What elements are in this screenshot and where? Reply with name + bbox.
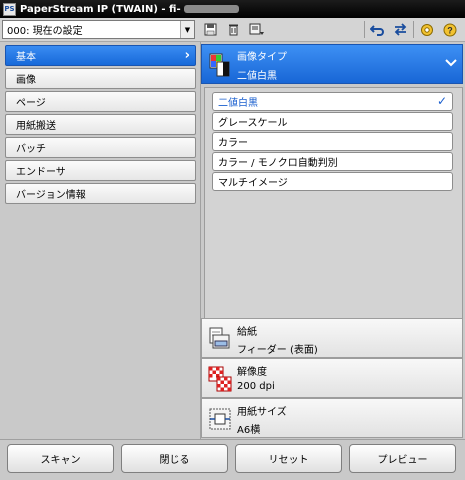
profile-value: 000: 現在の設定 [7,26,83,37]
paper-feed-setting[interactable]: 給紙 フィーダー (表面) [201,318,463,358]
preview-button[interactable]: プレビュー [349,444,456,473]
settings-icon[interactable] [418,21,436,38]
app-icon: PS [3,2,16,16]
svg-text:?: ? [447,25,453,35]
image-type-label: 画像タイプ [237,52,287,63]
nav-item-version-info[interactable]: バージョン情報 [5,183,196,204]
resolution-icon [208,366,232,392]
chevron-down-icon [445,59,457,67]
option-multi-image[interactable]: マルチイメージ [212,172,453,191]
paper-size-label: 用紙サイズ [237,407,287,418]
resolution-value: 200 dpi [237,381,275,392]
save-icon[interactable] [201,21,219,38]
option-auto-color-detect[interactable]: カラー / モノクロ自動判別 [212,152,453,171]
option-color[interactable]: カラー [212,132,453,151]
nav-item-label: ページ [16,98,46,109]
nav-item-label: エンドーサ [16,167,66,178]
nav-item-label: 用紙搬送 [16,121,56,132]
device-name-redacted [183,5,239,13]
resolution-label: 解像度 [237,367,267,378]
paper-size-setting[interactable]: 用紙サイズ A6横 [201,398,463,438]
help-icon[interactable]: ? [441,21,459,38]
checkmark-icon: ✓ [436,94,447,108]
chevron-right-icon: › [184,48,190,63]
image-type-icon [209,53,230,77]
delete-icon[interactable] [224,21,242,38]
image-type-value: 二値白黒 [237,71,277,82]
nav-item-paper-handling[interactable]: 用紙搬送 [5,114,196,135]
option-label: グレースケール [218,118,288,129]
paper-feed-label: 給紙 [237,327,257,338]
paper-feed-value: フィーダー (表面) [237,345,318,356]
option-binary-bw[interactable]: 二値白黒 ✓ [212,92,453,111]
bottom-button-bar: スキャン 閉じる リセット プレビュー [0,439,465,480]
option-label: カラー [218,138,248,149]
nav-item-image[interactable]: 画像 [5,68,196,89]
nav-item-basic[interactable]: 基本 › [5,45,196,66]
image-type-header[interactable]: 画像タイプ 二値白黒 [201,44,463,84]
toolbar: 000: 現在の設定 ▼ ? [0,18,465,42]
profile-manage-icon[interactable] [248,21,266,38]
scan-button[interactable]: スキャン [7,444,114,473]
toolbar-separator [364,21,365,38]
window-title: PaperStream IP (TWAIN) - fi- [20,3,181,15]
toolbar-separator [413,21,414,38]
chevron-down-icon[interactable]: ▼ [180,21,194,38]
option-label: 二値白黒 [218,98,258,109]
nav-item-label: 画像 [16,75,36,86]
paper-feed-icon [209,327,230,349]
undo-icon[interactable] [368,21,386,38]
title-bar: PS PaperStream IP (TWAIN) - fi- [0,0,465,18]
reset-button[interactable]: リセット [235,444,342,473]
option-grayscale[interactable]: グレースケール [212,112,453,131]
nav-item-page[interactable]: ページ [5,91,196,112]
nav-item-label: バージョン情報 [16,190,86,201]
nav-item-batch[interactable]: バッチ [5,137,196,158]
option-label: マルチイメージ [218,178,288,189]
paper-size-icon [209,408,231,430]
paper-size-value: A6横 [237,425,261,436]
nav-item-label: バッチ [16,144,46,155]
nav-item-endorser[interactable]: エンドーサ [5,160,196,181]
switch-icon[interactable] [391,21,409,38]
left-nav-pane: 基本 › 画像 ページ 用紙搬送 バッチ エンドーサ バージョン情報 [0,42,200,439]
nav-item-label: 基本 [16,52,36,63]
right-settings-pane: 画像タイプ 二値白黒 二値白黒 ✓ グレースケール カラー カラー / モノクロ… [200,42,465,439]
close-button[interactable]: 閉じる [121,444,228,473]
option-label: カラー / モノクロ自動判別 [218,158,338,169]
resolution-setting[interactable]: 解像度 200 dpi [201,358,463,398]
profile-dropdown[interactable]: 000: 現在の設定 ▼ [2,20,195,39]
